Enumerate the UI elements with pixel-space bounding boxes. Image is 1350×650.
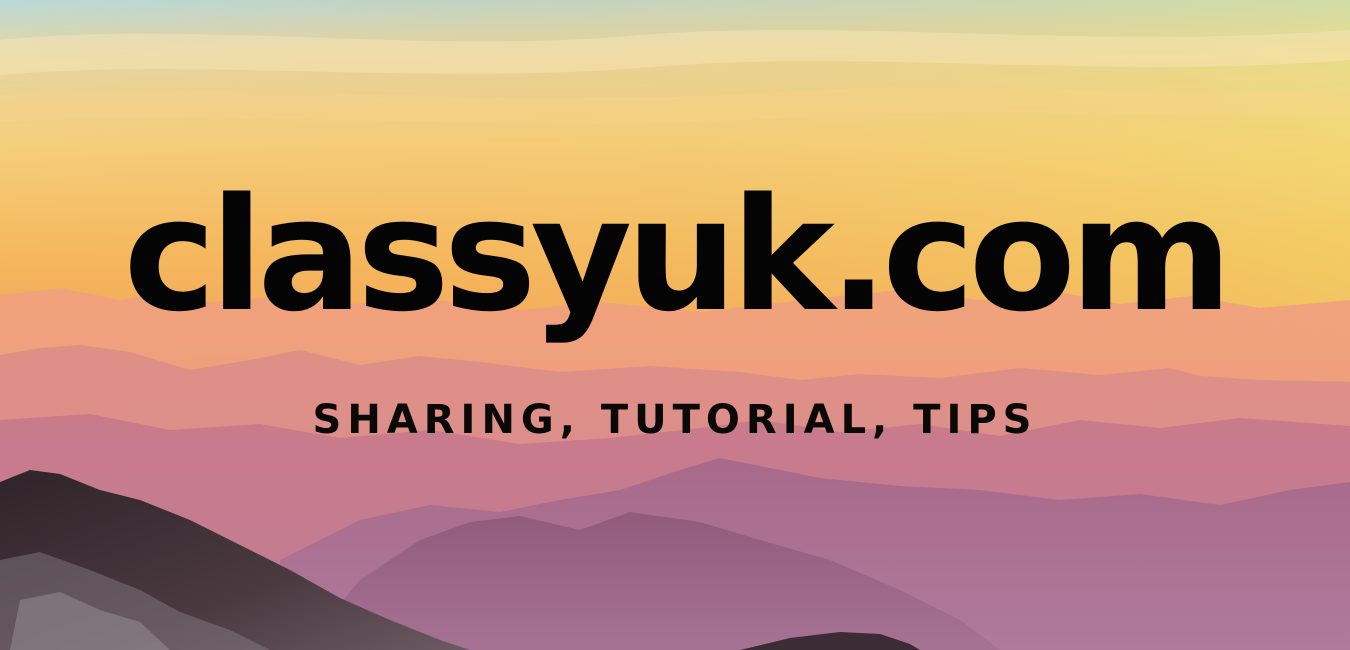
site-tagline: SHARING, TUTORIAL, TIPS [312,397,1038,443]
banner: classyuk.com SHARING, TUTORIAL, TIPS [0,0,1350,650]
site-title: classyuk.com [123,164,1233,346]
